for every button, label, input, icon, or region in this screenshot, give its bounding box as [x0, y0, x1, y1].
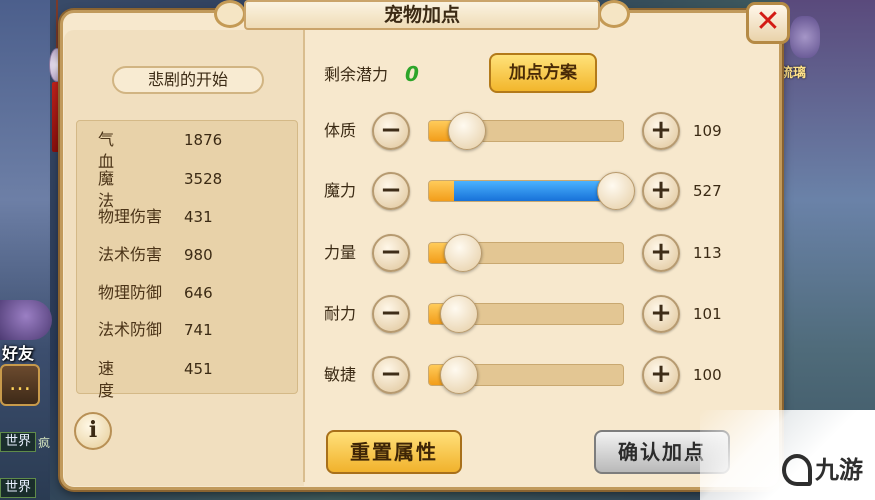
chat-snippet: 疯 [38, 436, 51, 450]
info-icon[interactable]: i [74, 412, 112, 450]
slider-handle[interactable] [444, 234, 483, 272]
points-plan-button[interactable]: 加点方案 [489, 53, 597, 93]
stat-value: 451 [184, 360, 213, 378]
stat-row: 气血 1876 [98, 129, 288, 171]
attribute-value: 109 [693, 122, 722, 140]
title-ornament [214, 0, 246, 28]
avatar[interactable] [0, 300, 52, 340]
title-ornament [598, 0, 630, 28]
world-channel-tag[interactable]: 世界 [0, 432, 36, 452]
pet-name: 悲剧的开始 [147, 70, 228, 89]
stat-label: 物理防御 [98, 283, 163, 302]
pet-name-box: 悲剧的开始 [112, 66, 264, 94]
stat-label: 物理伤害 [98, 207, 163, 226]
minus-icon[interactable]: − [372, 356, 410, 394]
stat-row: 法术伤害 980 [98, 244, 288, 266]
attribute-value: 101 [693, 305, 722, 323]
plus-icon[interactable]: + [642, 295, 680, 333]
stat-value: 1876 [184, 131, 223, 149]
stat-value: 3528 [184, 170, 223, 188]
close-x-icon[interactable]: ✕ [746, 2, 790, 44]
attribute-slider-track[interactable] [428, 180, 624, 202]
minus-icon[interactable]: − [372, 295, 410, 333]
world-channel-tag[interactable]: 世界 [0, 478, 36, 498]
divider [303, 30, 305, 482]
stat-row: 物理伤害 431 [98, 206, 288, 228]
stat-row: 速度 451 [98, 358, 288, 400]
slider-handle[interactable] [448, 112, 487, 150]
background-left [0, 0, 50, 500]
stat-label: 速度 [98, 359, 146, 400]
character-name-label: 琉璃 [780, 66, 807, 81]
stat-value: 646 [184, 284, 213, 302]
stat-row: 物理防御 646 [98, 282, 288, 304]
plus-icon[interactable]: + [642, 112, 680, 150]
attribute-label: 魔力 [324, 181, 357, 200]
attribute-label: 耐力 [324, 304, 357, 323]
slider-pending-fill [454, 181, 618, 201]
minus-icon[interactable]: − [372, 112, 410, 150]
remaining-points-label: 剩余潜力 [324, 65, 389, 84]
attribute-value: 113 [693, 244, 722, 262]
plus-icon[interactable]: + [642, 356, 680, 394]
stat-row: 法术防御 741 [98, 319, 288, 341]
stat-label: 气血 [98, 130, 146, 171]
plus-icon[interactable]: + [642, 234, 680, 272]
attribute-label: 敏捷 [324, 365, 357, 384]
stat-value: 980 [184, 246, 213, 264]
attribute-label: 力量 [324, 243, 357, 262]
friend-label[interactable]: 好友 [2, 340, 34, 364]
slider-handle[interactable] [597, 172, 636, 210]
slider-base-fill [429, 181, 455, 201]
minus-icon[interactable]: − [372, 234, 410, 272]
stat-value: 431 [184, 208, 213, 226]
page-title: 宠物加点 [383, 4, 460, 26]
character-figure [790, 16, 820, 58]
plus-icon[interactable]: + [642, 172, 680, 210]
reset-attributes-button[interactable]: 重置属性 [326, 430, 462, 474]
watermark-logo [782, 454, 812, 486]
attribute-value: 527 [693, 182, 722, 200]
stat-value: 741 [184, 321, 213, 339]
chat-bubble-icon[interactable]: … [0, 364, 40, 406]
remaining-points-value: 0 [405, 62, 419, 86]
watermark-text: 九游 [815, 456, 863, 484]
stat-label: 法术防御 [98, 320, 163, 339]
stat-row: 魔法 3528 [98, 168, 288, 210]
minus-icon[interactable]: − [372, 172, 410, 210]
attribute-value: 100 [693, 366, 722, 384]
attribute-label: 体质 [324, 121, 357, 140]
title-banner: 宠物加点 [244, 0, 600, 30]
stat-label: 法术伤害 [98, 245, 163, 264]
